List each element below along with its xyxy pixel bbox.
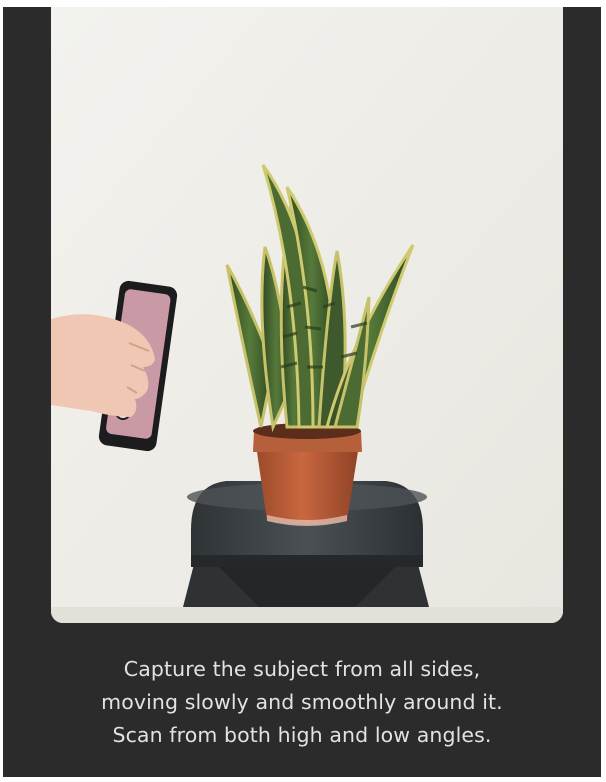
flower-pot-icon <box>253 423 362 526</box>
capture-screen: Capture the subject from all sides, movi… <box>3 7 601 777</box>
instruction-line-2: moving slowly and smoothly around it. <box>101 690 503 714</box>
instruction-line-3: Scan from both high and low angles. <box>112 723 492 747</box>
instruction-line-1: Capture the subject from all sides, <box>123 657 481 681</box>
capture-instructions: Capture the subject from all sides, movi… <box>23 653 581 752</box>
floor <box>51 607 563 623</box>
capture-example-photo <box>51 7 563 623</box>
